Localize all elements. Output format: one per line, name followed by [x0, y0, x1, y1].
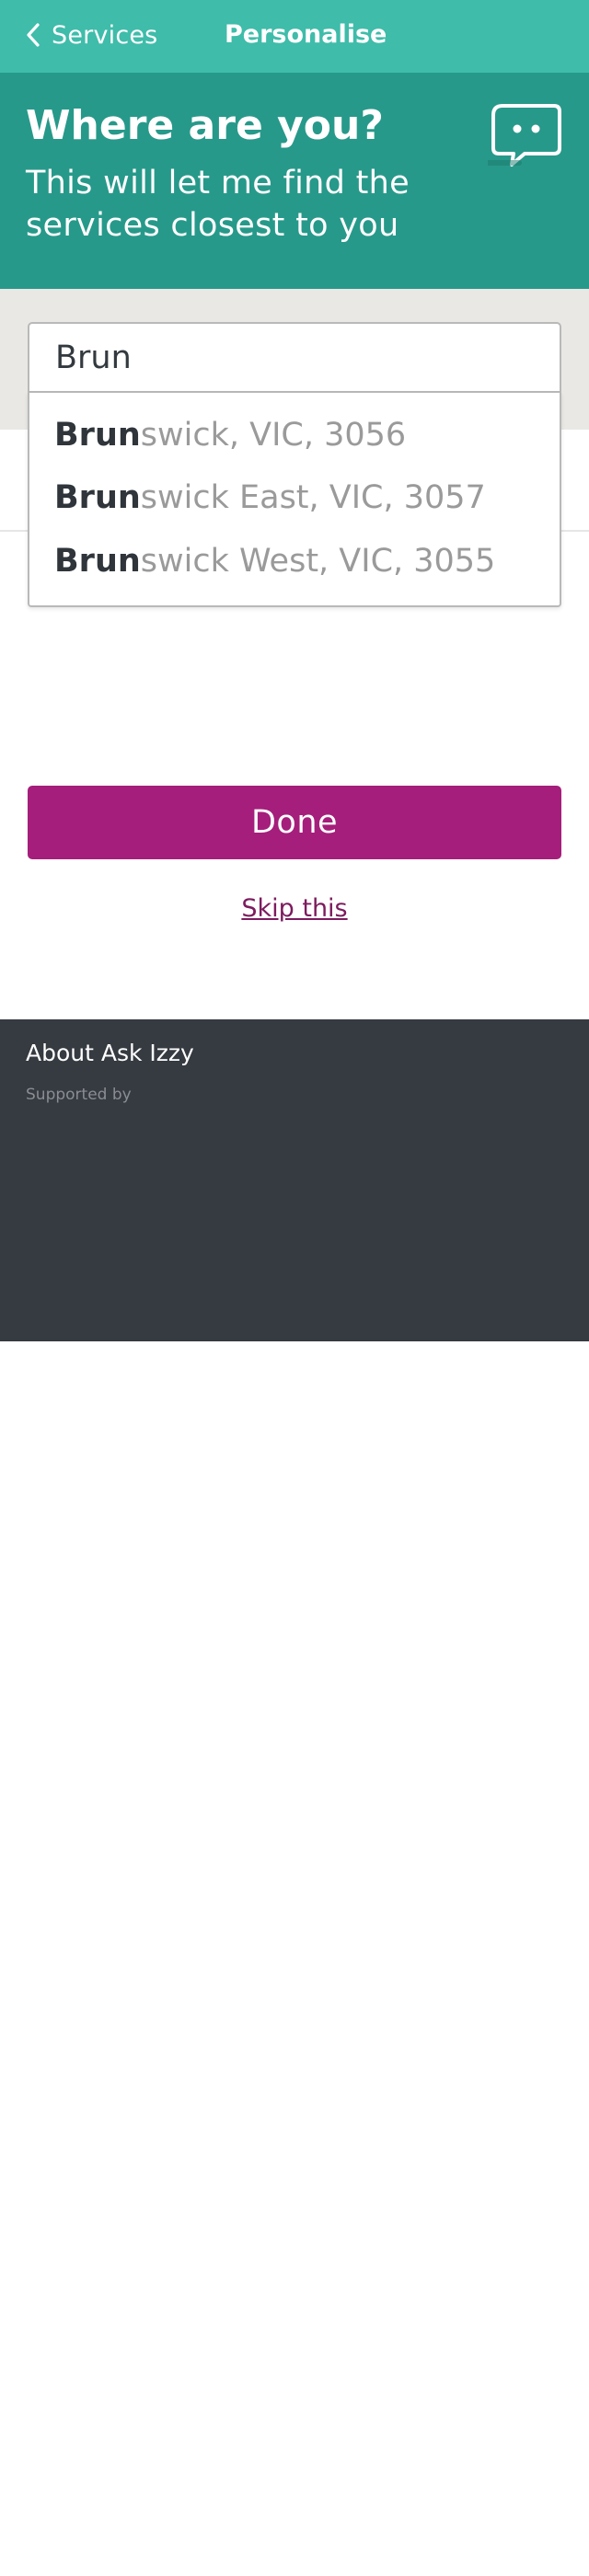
- page-title: Personalise: [225, 20, 387, 49]
- location-search-input[interactable]: [28, 322, 561, 393]
- about-link[interactable]: About Ask Izzy: [26, 1040, 194, 1066]
- suggestion-match-text: Brun: [54, 417, 141, 454]
- banner-heading: Where are you?: [26, 102, 384, 149]
- suggestion-match-text: Brun: [54, 479, 141, 516]
- back-button[interactable]: Services: [24, 15, 157, 55]
- supported-by-label: Supported by: [26, 1086, 132, 1104]
- suggestion-item[interactable]: Brunswick, VIC, 3056: [29, 404, 560, 466]
- suggestion-rest-text: swick East, VIC, 3057: [140, 479, 486, 516]
- top-nav-bar: Services Personalise: [0, 0, 589, 73]
- autocomplete-dropdown: Brunswick, VIC, 3056 Brunswick East, VIC…: [28, 392, 561, 607]
- skip-link[interactable]: Skip this: [0, 894, 589, 923]
- suggestion-match-text: Brun: [54, 543, 141, 580]
- header-banner: Where are you? This will let me find the…: [0, 73, 589, 289]
- back-label: Services: [52, 20, 158, 50]
- suggestion-item[interactable]: Brunswick East, VIC, 3057: [29, 466, 560, 529]
- chevron-left-icon: [27, 23, 40, 47]
- suggestion-item[interactable]: Brunswick West, VIC, 3055: [29, 530, 560, 592]
- suggestion-rest-text: swick West, VIC, 3055: [140, 543, 496, 580]
- banner-description: This will let me find the services close…: [26, 165, 410, 244]
- page: Services Personalise Where are you? This…: [0, 0, 589, 2576]
- chat-bubble-face-icon: [488, 104, 561, 167]
- footer: About Ask Izzy Supported by: [0, 1019, 589, 1341]
- suggestion-rest-text: swick, VIC, 3056: [140, 417, 407, 454]
- done-button[interactable]: Done: [28, 786, 561, 859]
